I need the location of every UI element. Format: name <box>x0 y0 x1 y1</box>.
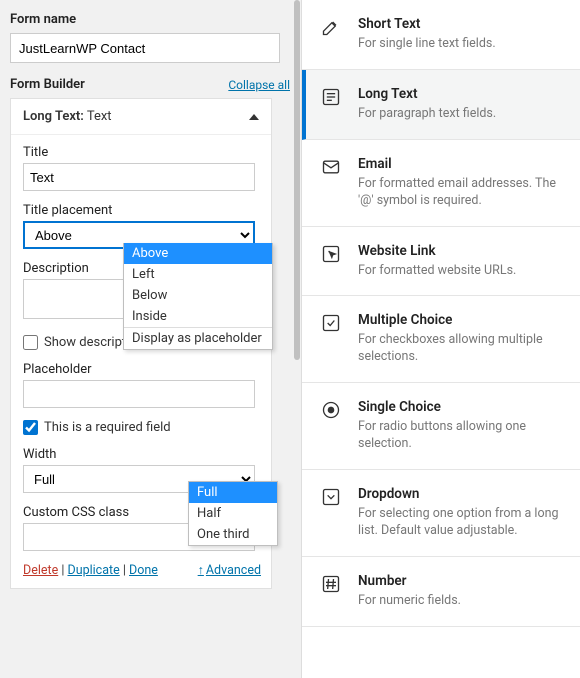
field-type-single[interactable]: Single Choice For radio buttons allowing … <box>302 383 580 470</box>
field-type-title: Website Link <box>358 243 516 259</box>
dropdown-option[interactable]: One third <box>189 524 277 545</box>
field-type-desc: For radio buttons allowing one selection… <box>358 419 564 453</box>
required-label: This is a required field <box>44 420 171 435</box>
dropdown-option[interactable]: Display as placeholder <box>124 327 272 349</box>
check-icon <box>320 312 342 334</box>
field-type-title: Dropdown <box>358 486 564 502</box>
dropdown-option[interactable]: Full <box>189 482 277 503</box>
field-type-email[interactable]: Email For formatted email addresses. The … <box>302 140 580 227</box>
field-type-title: Email <box>358 156 564 172</box>
scrollbar-track <box>293 0 301 678</box>
form-builder-label: Form Builder <box>10 77 85 92</box>
panel-title-type: Long Text: <box>23 109 84 124</box>
form-name-label: Form name <box>10 12 289 27</box>
collapse-all-link[interactable]: Collapse all <box>228 78 290 92</box>
field-type-long-text[interactable]: Long Text For paragraph text fields. <box>302 70 580 140</box>
title-placement-label: Title placement <box>23 203 255 218</box>
field-type-dropdown[interactable]: Dropdown For selecting one option from a … <box>302 470 580 557</box>
field-type-desc: For selecting one option from a long lis… <box>358 506 564 540</box>
field-type-title: Single Choice <box>358 399 564 415</box>
title-input[interactable] <box>23 163 255 191</box>
pencil-icon <box>320 16 342 38</box>
dropdown-option[interactable]: Left <box>124 264 272 285</box>
title-placement-dropdown: Above Left Below Inside Display as place… <box>123 243 273 350</box>
cursor-icon <box>320 243 342 265</box>
field-settings-panel: Long Text: Text Title Title placement Ab… <box>10 98 272 589</box>
panel-header[interactable]: Long Text: Text <box>11 99 271 135</box>
field-type-title: Number <box>358 573 461 589</box>
delete-link[interactable]: Delete <box>23 563 58 578</box>
title-label: Title <box>23 145 259 160</box>
field-type-desc: For checkboxes allowing multiple selecti… <box>358 332 564 366</box>
width-dropdown: Full Half One third <box>188 481 278 546</box>
placeholder-input[interactable] <box>23 380 255 408</box>
lines-icon <box>320 86 342 108</box>
form-name-input[interactable] <box>10 33 280 63</box>
dropdown-option[interactable]: Above <box>124 243 272 264</box>
form-editor-panel: Form name Form Builder Collapse all Long… <box>0 0 302 678</box>
field-type-title: Short Text <box>358 16 496 32</box>
field-type-desc: For single line text fields. <box>358 36 496 53</box>
dropdown-option[interactable]: Half <box>189 503 277 524</box>
field-types-list: Short Text For single line text fields. Lo… <box>302 0 580 678</box>
advanced-link[interactable]: Advanced <box>198 563 261 578</box>
chevron-up-icon <box>249 114 259 120</box>
chevdown-icon <box>320 486 342 508</box>
panel-title-name: Text <box>84 109 112 124</box>
hash-icon <box>320 573 342 595</box>
required-checkbox[interactable] <box>23 420 38 435</box>
show-tooltip-checkbox[interactable] <box>23 335 38 350</box>
dropdown-option[interactable]: Below <box>124 285 272 306</box>
field-type-desc: For formatted email addresses. The '@' s… <box>358 176 564 210</box>
field-type-desc: For paragraph text fields. <box>358 106 496 123</box>
field-type-title: Long Text <box>358 86 496 102</box>
field-type-multiple[interactable]: Multiple Choice For checkboxes allowing m… <box>302 296 580 383</box>
duplicate-link[interactable]: Duplicate <box>67 563 119 578</box>
field-type-desc: For formatted website URLs. <box>358 263 516 280</box>
done-link[interactable]: Done <box>129 563 158 578</box>
scrollbar-thumb[interactable] <box>294 0 300 360</box>
field-type-website[interactable]: Website Link For formatted website URLs. <box>302 227 580 297</box>
field-type-number[interactable]: Number For numeric fields. <box>302 557 580 627</box>
field-type-desc: For numeric fields. <box>358 593 461 610</box>
field-type-short-text[interactable]: Short Text For single line text fields. <box>302 0 580 70</box>
radio-icon <box>320 399 342 421</box>
dropdown-option[interactable]: Inside <box>124 306 272 327</box>
placeholder-label: Placeholder <box>23 362 259 377</box>
width-label: Width <box>23 447 259 462</box>
field-type-title: Multiple Choice <box>358 312 564 328</box>
mail-icon <box>320 156 342 178</box>
